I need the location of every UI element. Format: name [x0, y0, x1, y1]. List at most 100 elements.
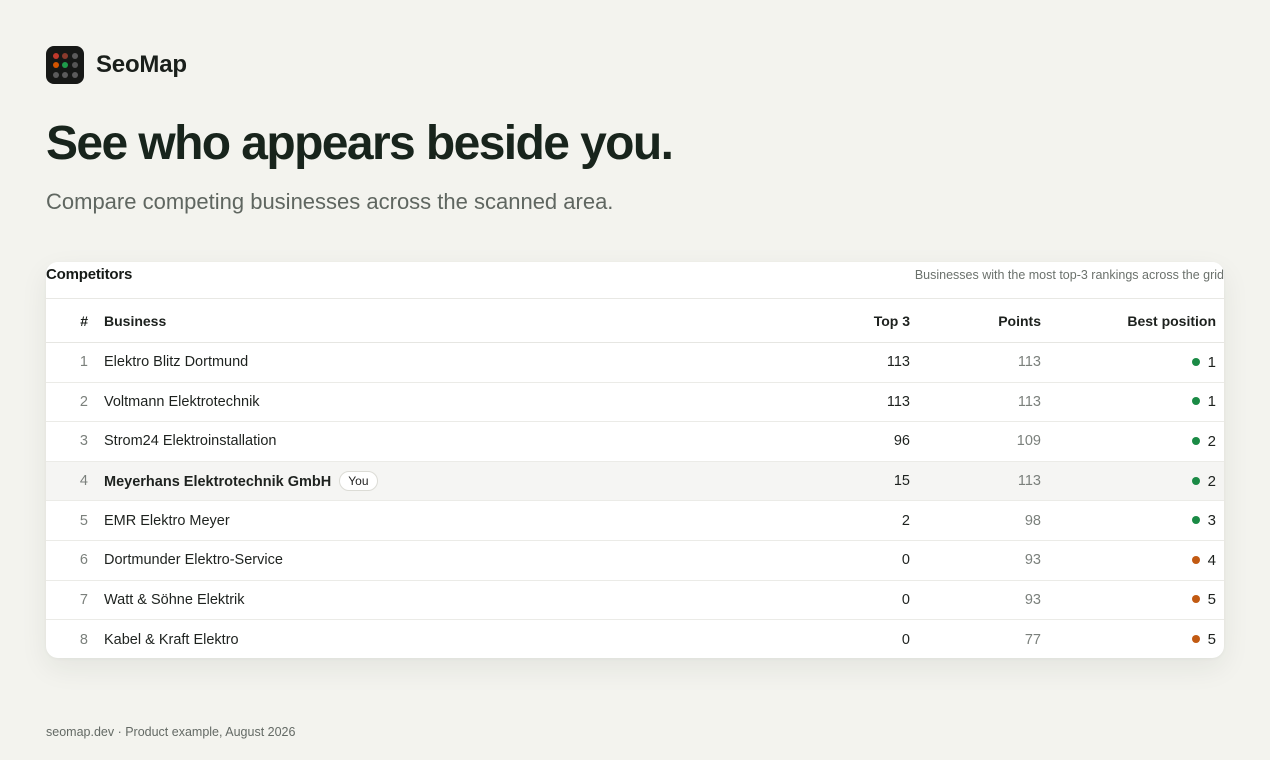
status-dot-icon — [1191, 357, 1200, 366]
points-cell: 109 — [910, 421, 1041, 462]
top3-cell: 15 — [714, 461, 910, 502]
points-cell: 98 — [910, 500, 1041, 541]
business-name: EMR Elektro Meyer — [104, 512, 230, 529]
rank-cell: 5 — [46, 500, 104, 541]
competitors-card-header: Competitors Businesses with the most top… — [46, 262, 1224, 298]
brand[interactable]: SeoMap — [46, 46, 187, 84]
best-position-value: 3 — [1207, 512, 1216, 530]
business-cell: Strom24 Elektroinstallation — [104, 421, 714, 462]
table-row[interactable]: 7 Watt & Söhne Elektrik 0 93 5 — [46, 580, 1224, 621]
table-row[interactable]: 1 Elektro Blitz Dortmund 113 113 1 — [46, 342, 1224, 383]
status-dot-icon — [1191, 516, 1200, 525]
business-name: Meyerhans Elektrotechnik GmbH — [104, 474, 332, 491]
table-row-you[interactable]: 4 Meyerhans Elektrotechnik GmbH You 15 113 2 — [46, 461, 1224, 502]
best-position-cell: 2 — [1041, 461, 1224, 502]
status-dot-icon — [1191, 635, 1200, 644]
best-position-value: 2 — [1207, 472, 1216, 490]
competitors-table: # Business Top 3 Points Best position 1E… — [46, 298, 1224, 658]
logo-dot — [52, 52, 59, 59]
rank-cell: 7 — [46, 580, 104, 621]
table-row[interactable]: 5 EMR Elektro Meyer 2 98 3 — [46, 500, 1224, 541]
rank-cell: 4 — [46, 461, 104, 502]
best-position-value: 5 — [1207, 591, 1216, 609]
logo-dot — [62, 52, 68, 59]
rank-cell: 6 — [46, 540, 104, 581]
rank-cell: 1 — [46, 342, 104, 383]
business-name: Strom24 Elektroinstallation — [104, 433, 277, 450]
business-name: Kabel & Kraft Elektro — [104, 631, 239, 648]
best-position-cell: 5 — [1041, 580, 1224, 621]
competitors-card: Competitors Businesses with the most top… — [46, 262, 1224, 658]
points-cell: 113 — [910, 342, 1041, 383]
points-cell: 113 — [910, 382, 1041, 423]
top3-cell: 0 — [714, 580, 910, 621]
status-dot-icon — [1191, 436, 1200, 445]
best-position-cell: 2 — [1041, 421, 1224, 462]
business-cell: Kabel & Kraft Elektro — [104, 620, 714, 658]
status-dot-icon — [1191, 595, 1200, 604]
top3-cell: 113 — [714, 342, 910, 383]
points-cell: 113 — [910, 461, 1041, 502]
top3-cell: 0 — [901, 631, 910, 648]
business-name: Dortmunder Elektro-Service — [104, 552, 283, 569]
logo-dot — [62, 62, 68, 68]
competitors-title: Competitors — [46, 266, 133, 283]
best-position-cell: 3 — [1041, 500, 1224, 541]
status-dot-icon — [1191, 555, 1200, 564]
column-header-points[interactable]: Points — [910, 298, 1041, 343]
column-header-rank[interactable]: # — [46, 298, 104, 343]
best-position-value: 2 — [1207, 432, 1216, 450]
page-title: See who appears beside you. — [46, 117, 674, 170]
table-row[interactable]: 3 Strom24 Elektroinstallation 96 109 2 — [46, 421, 1224, 462]
points-cell: 77 — [1024, 631, 1041, 648]
business-name: Elektro Blitz Dortmund — [104, 354, 249, 371]
business-cell: Meyerhans Elektrotechnik GmbH You — [104, 461, 714, 502]
business-cell: EMR Elektro Meyer — [104, 500, 714, 541]
status-dot-icon — [1191, 397, 1200, 406]
logo-dot — [71, 71, 78, 78]
best-position-cell: 1 — [1041, 342, 1224, 383]
best-position-value: 5 — [1207, 631, 1216, 649]
page: SeoMap See who appears beside you. Compa… — [0, 0, 1270, 760]
table-row[interactable]: 2 Voltmann Elektrotechnik 113 113 1 — [46, 382, 1224, 423]
status-dot-icon — [1191, 476, 1200, 485]
table-row[interactable]: 8 Kabel & Kraft Elektro 0 77 5 — [46, 620, 1224, 658]
best-position-value: 1 — [1207, 353, 1216, 371]
points-cell: 93 — [910, 540, 1041, 581]
business-name: Voltmann Elektrotechnik — [104, 393, 260, 410]
rank-cell: 3 — [46, 421, 104, 462]
logo-dot — [62, 71, 68, 78]
business-cell: Voltmann Elektrotechnik — [104, 382, 714, 423]
brand-name: SeoMap — [96, 51, 187, 78]
best-position-cell: 4 — [1041, 540, 1224, 581]
table-header-row: # Business Top 3 Points Best position — [46, 298, 1224, 343]
best-position-cell: 1 — [1041, 382, 1224, 423]
best-position-cell: 5 — [1041, 620, 1224, 658]
logo-dot — [52, 62, 59, 68]
you-badge: You — [339, 471, 378, 492]
logo-dot — [71, 52, 78, 59]
best-position-value: 1 — [1207, 393, 1216, 411]
best-position-value: 4 — [1207, 551, 1216, 569]
top3-cell: 113 — [714, 382, 910, 423]
column-header-top3[interactable]: Top 3 — [714, 298, 910, 343]
footer-note: seomap.dev · Product example, August 202… — [46, 725, 296, 739]
logo-dot — [71, 62, 78, 68]
rank-cell: 8 — [79, 631, 88, 648]
top3-cell: 0 — [714, 540, 910, 581]
business-cell: Elektro Blitz Dortmund — [104, 342, 714, 383]
column-header-business[interactable]: Business — [104, 298, 714, 343]
top3-cell: 2 — [714, 500, 910, 541]
business-cell: Watt & Söhne Elektrik — [104, 580, 714, 621]
page-subtitle: Compare competing businesses across the … — [46, 189, 614, 214]
seomap-logo-icon — [46, 46, 84, 84]
rank-cell: 2 — [46, 382, 104, 423]
column-header-best-position[interactable]: Best position — [1041, 298, 1224, 343]
competitors-description: Businesses with the most top-3 rankings … — [914, 268, 1224, 282]
logo-dot — [52, 71, 59, 78]
business-cell: Dortmunder Elektro-Service — [104, 540, 714, 581]
business-name: Watt & Söhne Elektrik — [104, 591, 245, 608]
points-cell: 93 — [910, 580, 1041, 621]
table-row[interactable]: 6 Dortmunder Elektro-Service 0 93 4 — [46, 540, 1224, 581]
top3-cell: 96 — [714, 421, 910, 462]
